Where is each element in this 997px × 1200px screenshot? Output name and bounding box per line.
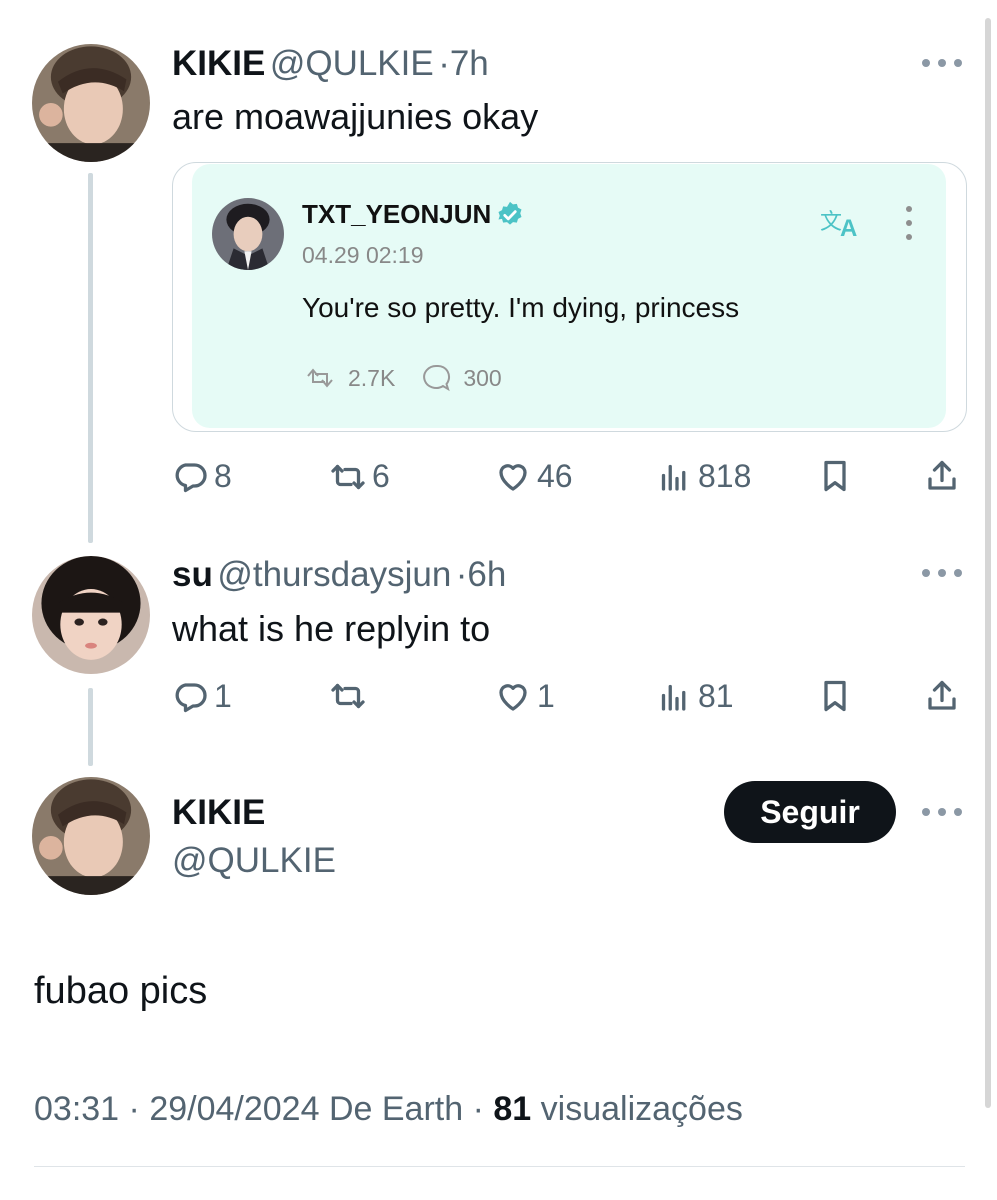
svg-text:A: A — [840, 215, 857, 239]
author-handle[interactable]: @QULKIE — [270, 44, 434, 83]
thread-line — [88, 173, 93, 543]
quote-author-name: TXT_YEONJUN — [302, 199, 492, 229]
tweet-source: De Earth — [328, 1090, 464, 1128]
share-button[interactable] — [924, 678, 960, 714]
reply-icon — [175, 462, 207, 492]
avatar[interactable] — [32, 777, 150, 895]
bookmark-button[interactable] — [817, 678, 853, 714]
more-options-icon[interactable] — [922, 805, 962, 819]
views-total: 81 — [493, 1090, 532, 1128]
author-handle[interactable]: @thursdaysjun — [217, 555, 451, 594]
views-count: 818 — [698, 458, 752, 494]
reply-button[interactable]: 1 — [172, 678, 232, 715]
like-button[interactable]: 46 — [495, 458, 573, 495]
like-count: 46 — [537, 458, 573, 494]
tweet-text: fubao pics — [34, 970, 208, 1012]
reply-button[interactable]: 8 — [172, 458, 232, 495]
author-handle[interactable]: @QULKIE — [172, 841, 336, 881]
translate-icon[interactable]: 文 A — [820, 203, 866, 242]
analytics-icon — [661, 684, 686, 711]
share-button[interactable] — [924, 458, 960, 494]
bookmark-icon — [824, 460, 846, 492]
quote-repost-count: 2.7K — [348, 364, 396, 391]
follow-button[interactable]: Seguir — [724, 781, 896, 843]
retweet-icon — [331, 464, 365, 489]
repost-icon — [307, 368, 333, 388]
tweet-time[interactable]: 6h — [467, 555, 506, 594]
separator-dot: · — [128, 1090, 140, 1128]
like-count: 1 — [537, 678, 555, 714]
avatar[interactable] — [32, 44, 150, 162]
views-button[interactable]: 818 — [656, 458, 751, 495]
comment-icon — [423, 364, 451, 392]
tweet-metadata: 03:31 · 29/04/2024 De Earth · 81 visuali… — [34, 1090, 743, 1129]
quote-comment-count: 300 — [463, 364, 502, 391]
quote-date: 04.29 02:19 — [302, 242, 424, 268]
tweet-text: are moawajjunies okay — [172, 96, 539, 137]
separator-dot: · — [455, 555, 468, 594]
author-name[interactable]: su — [172, 555, 213, 594]
like-button[interactable]: 1 — [495, 678, 555, 715]
views-count: 81 — [698, 678, 734, 714]
more-options-icon[interactable] — [922, 56, 962, 70]
verified-badge-icon — [498, 201, 522, 225]
reply-count: 1 — [214, 678, 232, 714]
heart-icon — [499, 683, 527, 711]
separator-dot: · — [472, 1090, 484, 1128]
retweet-count: 6 — [372, 458, 390, 494]
bookmark-icon — [824, 680, 846, 712]
share-icon — [928, 460, 956, 490]
more-options-icon[interactable] — [922, 566, 962, 580]
scrollbar[interactable] — [985, 18, 991, 1108]
separator-dot: · — [438, 44, 450, 83]
analytics-icon — [661, 464, 686, 491]
author-name[interactable]: KIKIE — [172, 793, 265, 833]
views-button[interactable]: 81 — [656, 678, 734, 715]
retweet-button[interactable] — [330, 678, 372, 714]
divider — [34, 1166, 965, 1167]
thread-line — [88, 688, 93, 766]
views-label: visualizações — [540, 1090, 743, 1128]
reply-icon — [175, 682, 207, 712]
quote-text: You're so pretty. I'm dying, princess — [302, 292, 740, 323]
bookmark-button[interactable] — [817, 458, 853, 494]
tweet-text: what is he replyin to — [172, 608, 491, 649]
heart-icon — [499, 463, 527, 491]
reply-count: 8 — [214, 458, 232, 494]
quote-more-icon[interactable] — [905, 206, 913, 240]
tweet-date[interactable]: 29/04/2024 — [149, 1090, 319, 1128]
retweet-icon — [331, 683, 365, 709]
tweet-time[interactable]: 03:31 — [34, 1090, 119, 1128]
avatar[interactable] — [32, 556, 150, 674]
tweet-time[interactable]: 7h — [450, 44, 489, 83]
share-icon — [928, 680, 956, 710]
svg-text:文: 文 — [820, 210, 842, 235]
retweet-button[interactable]: 6 — [330, 458, 390, 495]
author-name[interactable]: KIKIE — [172, 44, 265, 83]
quote-avatar — [212, 198, 284, 270]
